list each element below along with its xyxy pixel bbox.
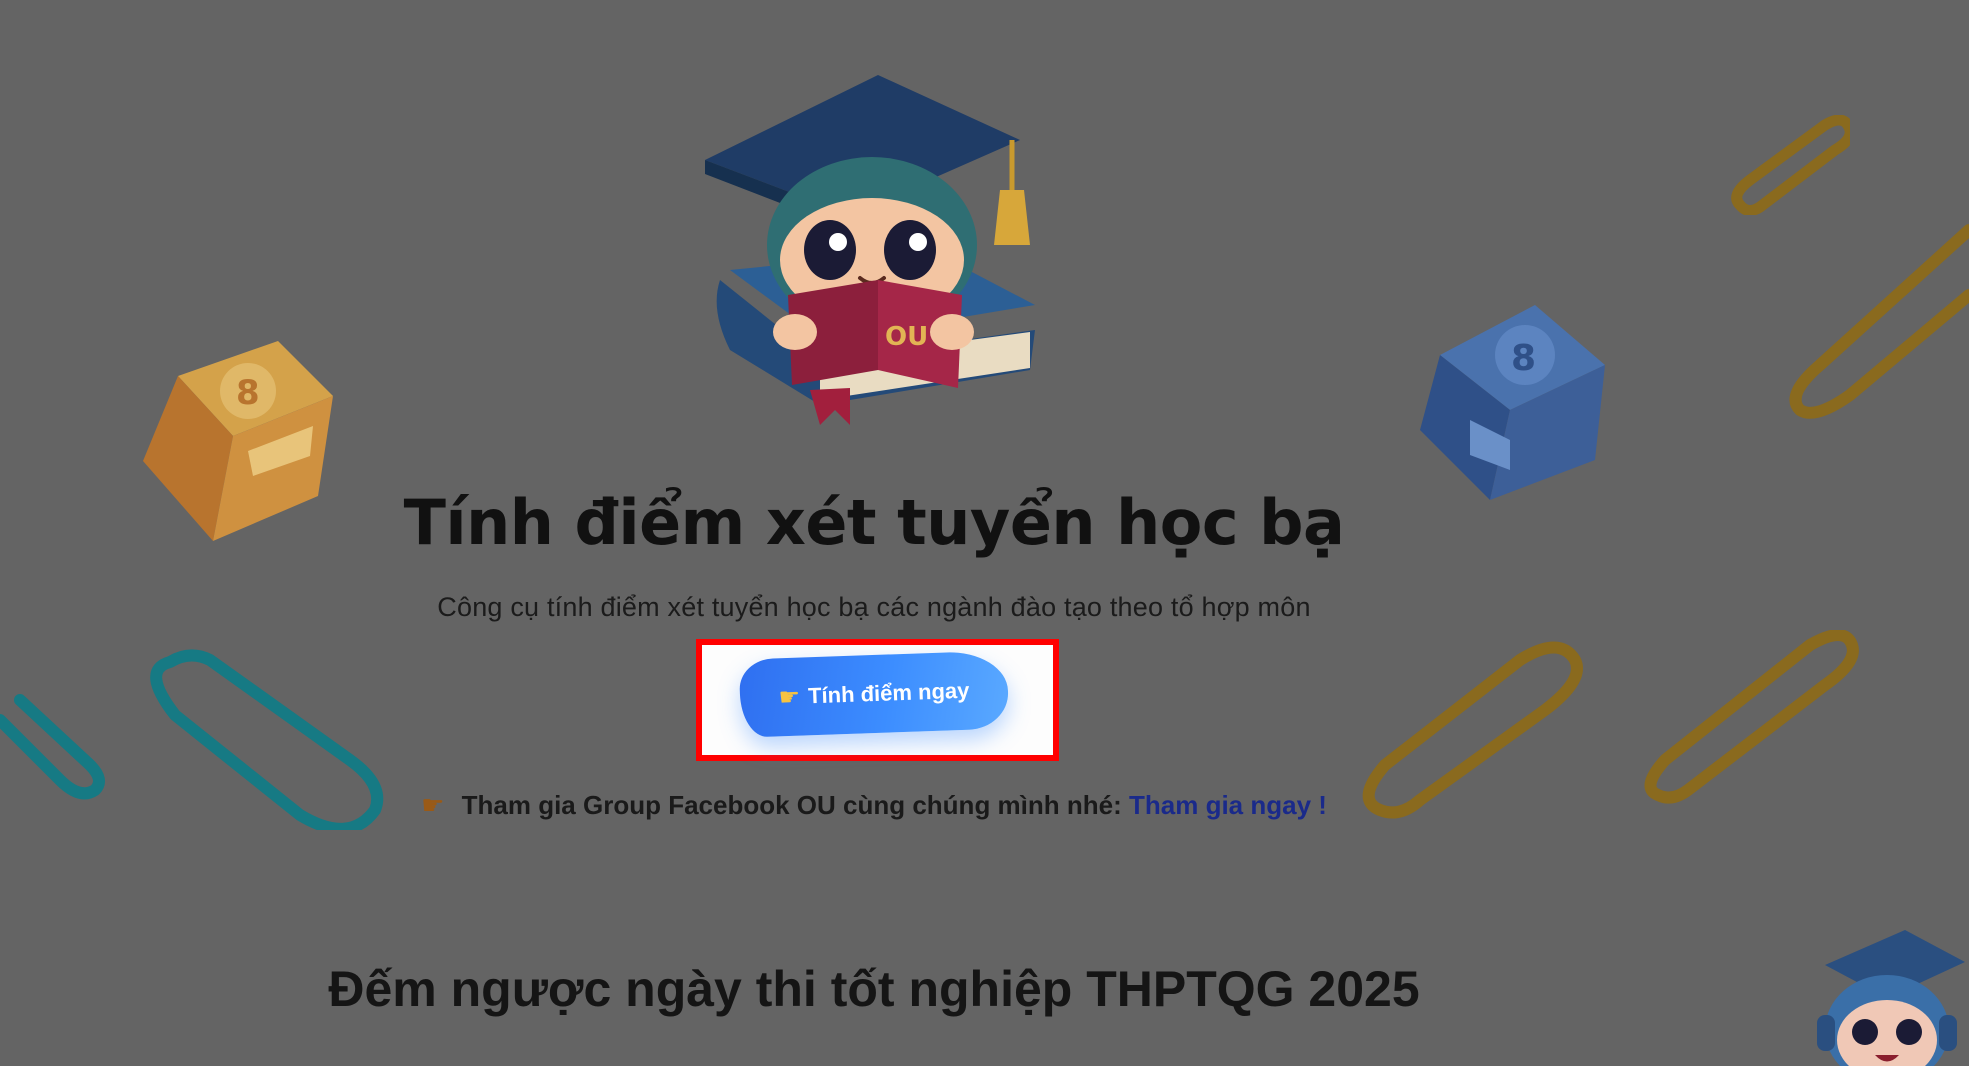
mascot-book-label: OU [885,322,928,352]
join-now-link[interactable]: Tham gia ngay ! [1129,790,1327,820]
page-subtitle: Công cụ tính điểm xét tuyển học bạ các n… [437,592,1311,622]
paperclip-gold-right-icon [1789,224,1969,419]
svg-text:8: 8 [1511,338,1536,379]
paperclip-gold-far-icon [1644,630,1859,804]
countdown-title: Đếm ngược ngày thi tốt nghiệp THPTQG 202… [328,961,1420,1017]
page-stage: 8 8 OU Tính điểm xét tuyển học bạ Công c… [0,0,1969,1066]
mascot-headphones-icon [1817,930,1965,1066]
pointing-hand-icon: ☛ [778,683,801,711]
svg-text:8: 8 [236,373,260,413]
paperclip-gold-top-icon [1731,115,1850,215]
facebook-group-line: ☛ Tham gia Group Facebook OU cùng chúng … [0,790,1748,821]
mascot-graduate-icon: OU [705,75,1035,425]
page-title: Tính điểm xét tuyển học bạ [403,486,1345,559]
facebook-group-text: Tham gia Group Facebook OU cùng chúng mì… [461,790,1122,820]
calculate-now-label: Tính điểm ngay [807,677,970,709]
cube-blue-icon: 8 [1420,305,1605,500]
calculate-now-button[interactable]: ☛ Tính điểm ngay [738,650,1010,738]
pointing-hand-icon: ☛ [421,790,445,820]
